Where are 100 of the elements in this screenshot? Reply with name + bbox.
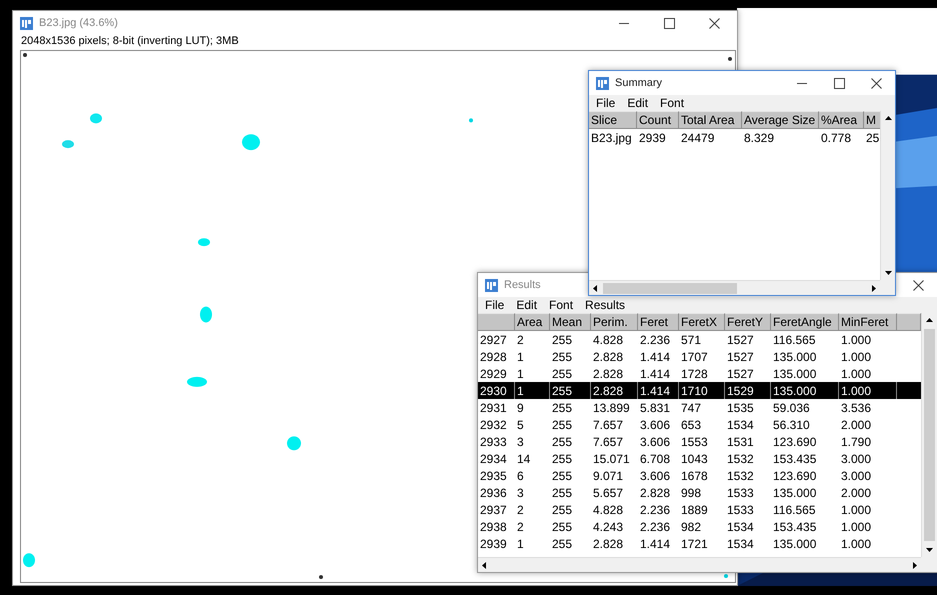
menu-item[interactable]: Font	[543, 298, 580, 312]
column-header[interactable]: Perim.	[591, 313, 638, 331]
horizontal-scrollbar[interactable]	[478, 557, 921, 572]
table-cell-text: 255	[551, 434, 574, 450]
horizontal-scrollbar[interactable]	[589, 280, 880, 295]
table-cell-text: 1.414	[639, 366, 672, 382]
table-cell-text: 1889	[680, 502, 709, 518]
table-cell: 1529	[725, 382, 771, 399]
close-icon[interactable]	[912, 280, 924, 290]
table-cell-text: 123.690	[772, 434, 818, 450]
table-cell-text: 3.606	[639, 468, 672, 484]
table-cell-text: 1	[516, 348, 525, 365]
scroll-up-icon[interactable]	[884, 116, 892, 120]
table-cell-text: 15.071	[592, 450, 631, 467]
table-cell-text: 1527	[726, 366, 755, 382]
menu-item[interactable]: File	[590, 96, 622, 110]
table-cell-text: 2938	[479, 518, 508, 535]
table-cell-text: 153.435	[772, 518, 818, 535]
table-cell-text: 2934	[479, 450, 508, 467]
table-cell-text: 255	[551, 366, 574, 382]
close-icon[interactable]	[871, 78, 882, 88]
table-cell-text: 998	[680, 484, 702, 501]
close-icon[interactable]	[709, 18, 720, 28]
table-cell-text: 2	[516, 502, 525, 518]
table-cell-text: 7.657	[592, 416, 624, 433]
table-cell-text: 153.435	[772, 450, 818, 467]
scroll-right-icon[interactable]	[872, 284, 876, 292]
table-cell-text: 3.000	[840, 450, 872, 467]
app-icon	[20, 16, 33, 30]
table-cell-text: 255	[551, 450, 574, 467]
column-header[interactable]: FeretAngle	[771, 313, 839, 331]
table-cell-text: 1.000	[840, 366, 872, 382]
table-cell-text: 5	[516, 416, 525, 433]
column-header[interactable]: Feret	[638, 313, 679, 331]
scroll-down-icon[interactable]	[926, 548, 932, 552]
table-cell: 1	[515, 382, 550, 399]
table-cell-text: 1535	[726, 400, 755, 416]
column-header[interactable]: Total Area	[679, 111, 742, 129]
maximize-icon[interactable]	[664, 18, 675, 28]
table-cell-text: 255	[551, 518, 574, 535]
maximize-icon[interactable]	[834, 78, 845, 88]
table-cell-text: 1.414	[639, 536, 672, 552]
column-header[interactable]	[478, 313, 515, 331]
column-header[interactable]: Slice	[589, 111, 637, 129]
column-header[interactable]: FeretX	[679, 313, 725, 331]
menu-item[interactable]: Results	[579, 298, 632, 312]
selected-row-highlight[interactable]: 2930 1 255 2.828 1.414 1710 1529 135.000 1.000	[478, 382, 921, 399]
table-cell-text: 24479	[680, 130, 716, 146]
scroll-down-icon[interactable]	[884, 271, 892, 275]
table-cell-text: 2937	[479, 502, 508, 518]
table-cell-text: 2931	[479, 400, 508, 416]
scroll-left-icon[interactable]	[482, 562, 486, 568]
scroll-up-icon[interactable]	[926, 318, 932, 322]
table-cell-text: 255	[551, 484, 574, 501]
table-cell-text: 255	[551, 468, 574, 484]
table-cell-text: 59.036	[772, 400, 811, 416]
table-cell-text: 1721	[680, 536, 709, 552]
table-cell-text: 1553	[680, 434, 709, 450]
table-cell-text: 1.000	[840, 502, 872, 518]
table-cell-text: 6	[516, 468, 525, 484]
column-header[interactable]: MinFeret	[839, 313, 897, 331]
table-cell-text: 4.243	[592, 518, 624, 535]
table-cell-text: 255	[551, 536, 574, 552]
table-cell-text: 14	[516, 450, 532, 467]
table-cell-text: 135.000	[772, 484, 818, 501]
table-cell-text: 3	[516, 484, 525, 501]
menu-item[interactable]: File	[479, 298, 510, 312]
table-cell-text: 2933	[479, 434, 508, 450]
scroll-left-icon[interactable]	[593, 284, 597, 292]
column-header[interactable]: Average Size	[742, 111, 819, 129]
column-header[interactable]	[897, 313, 921, 331]
column-header[interactable]: FeretY	[725, 313, 771, 331]
column-header[interactable]: M	[864, 111, 880, 129]
table-cell-text: 2927	[479, 332, 508, 348]
menu-item[interactable]: Edit	[510, 298, 544, 312]
table-cell: 1710	[679, 382, 725, 399]
table-cell-text: 1532	[726, 450, 755, 467]
table-cell: 1.000	[839, 382, 897, 399]
table-cell-text: 2.828	[592, 366, 624, 382]
menu-item[interactable]: Edit	[621, 96, 654, 110]
column-header[interactable]: %Area	[819, 111, 864, 129]
column-header[interactable]: Count	[637, 111, 679, 129]
table-cell-text: 1.000	[840, 348, 872, 365]
table-cell-text: 2.000	[840, 416, 872, 433]
table-cell-text: 1531	[726, 434, 755, 450]
column-header[interactable]: Area	[515, 313, 550, 331]
table-cell-text: 747	[680, 400, 702, 416]
table-cell-text: 116.565	[772, 332, 816, 348]
window-title: Results	[504, 279, 541, 291]
column-header[interactable]: Mean	[550, 313, 591, 331]
scroll-right-icon[interactable]	[913, 562, 917, 568]
table-cell-text: 1534	[726, 536, 755, 552]
table-cell-text: 3.000	[840, 468, 872, 484]
table-cell-text: 135.000	[772, 366, 818, 382]
table-cell-text: 2.828	[592, 348, 624, 365]
table-cell-text: 255	[551, 502, 574, 518]
table-cell: 2930	[478, 382, 515, 399]
menu-item[interactable]: Font	[654, 96, 690, 110]
table-cell-text: 116.565	[772, 502, 816, 518]
table-cell-text: 1.000	[840, 536, 872, 552]
